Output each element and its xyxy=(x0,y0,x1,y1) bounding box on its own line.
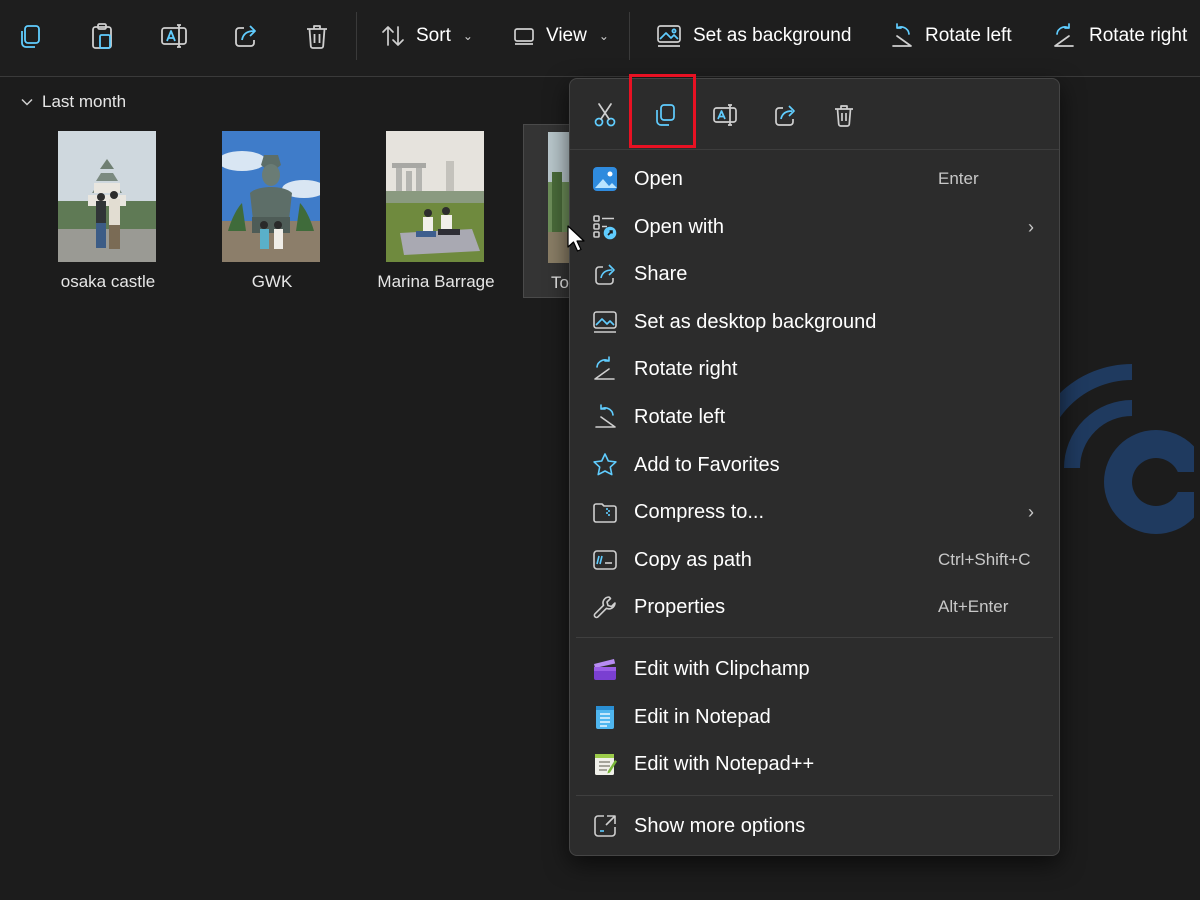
rotate-right-label: Rotate right xyxy=(1089,25,1188,46)
chevron-down-icon: ⌄ xyxy=(462,29,473,43)
rotate-left-label: Rotate left xyxy=(925,25,1012,46)
file-name: GWK xyxy=(251,272,293,291)
delete-icon[interactable] xyxy=(301,20,333,52)
view-icon xyxy=(512,24,536,48)
file-name: osaka castle xyxy=(60,272,156,291)
view-label: View xyxy=(546,25,587,46)
menu-item-label: Open xyxy=(634,167,683,190)
cut-icon[interactable] xyxy=(589,99,621,131)
photo-thumbnail xyxy=(58,131,156,262)
menu-item-label: Edit with Clipchamp xyxy=(634,657,810,680)
menu-item-compress-to[interactable]: Compress to... › xyxy=(582,490,1048,534)
menu-item-label: Rotate right xyxy=(634,357,738,380)
photos-icon xyxy=(592,166,618,192)
chevron-right-icon: › xyxy=(1028,501,1034,522)
more-options-icon xyxy=(592,813,618,839)
share-icon[interactable] xyxy=(230,20,262,52)
copy-icon[interactable] xyxy=(14,20,46,52)
menu-item-add-to-favorites[interactable]: Add to Favorites xyxy=(582,443,1048,487)
wrench-icon xyxy=(592,594,618,620)
share-icon[interactable] xyxy=(769,99,801,131)
view-button[interactable]: View ⌄ xyxy=(512,20,609,52)
menu-item-open[interactable]: Open Enter xyxy=(582,157,1048,201)
rename-icon[interactable] xyxy=(709,99,741,131)
menu-item-shortcut: Alt+Enter xyxy=(938,597,1009,616)
menu-item-edit-in-notepad[interactable]: Edit in Notepad xyxy=(582,695,1048,739)
notepadpp-icon xyxy=(592,751,618,777)
set-as-background-label: Set as background xyxy=(693,25,852,46)
menu-item-shortcut: Ctrl+Shift+C xyxy=(938,550,1031,569)
open-with-icon xyxy=(592,214,618,240)
file-item[interactable]: GWK xyxy=(202,128,322,294)
rotate-left-button[interactable]: Rotate left xyxy=(887,20,1012,52)
menu-item-label: Properties xyxy=(634,595,726,618)
paste-icon[interactable] xyxy=(86,20,118,52)
command-bar: Sort ⌄ View ⌄ Set as background Rotate l… xyxy=(0,0,1200,77)
context-menu: Open Enter Open with › Share Set as desk… xyxy=(569,78,1060,856)
group-header-last-month[interactable]: Last month xyxy=(20,92,126,112)
menu-item-share[interactable]: Share xyxy=(582,252,1048,296)
menu-item-open-with[interactable]: Open with › xyxy=(582,205,1048,249)
menu-item-label: Open with xyxy=(634,215,725,238)
background-icon xyxy=(655,22,683,50)
menu-item-label: Set as desktop background xyxy=(634,310,877,333)
file-item[interactable]: Marina Barrage xyxy=(366,128,495,294)
menu-item-copy-as-path[interactable]: Copy as path Ctrl+Shift+C xyxy=(582,538,1048,582)
menu-separator xyxy=(576,637,1053,638)
menu-item-shortcut: Enter xyxy=(938,169,979,188)
toolbar-separator xyxy=(629,12,630,60)
menu-item-label: Edit with Notepad++ xyxy=(634,752,815,775)
copy-highlight-box xyxy=(629,74,696,148)
rotate-right-button[interactable]: Rotate right xyxy=(1051,20,1187,52)
menu-item-rotate-left[interactable]: Rotate left xyxy=(582,395,1048,439)
chevron-down-icon: ⌄ xyxy=(598,29,609,43)
notepad-icon xyxy=(592,704,618,730)
rotate-left-icon xyxy=(592,404,618,430)
menu-item-label: Copy as path xyxy=(634,548,752,571)
zip-icon xyxy=(592,499,618,525)
group-label: Last month xyxy=(42,92,127,111)
set-as-background-button[interactable]: Set as background xyxy=(655,20,851,52)
star-icon xyxy=(592,452,618,478)
menu-item-edit-with-clipchamp[interactable]: Edit with Clipchamp xyxy=(582,647,1048,691)
menu-item-label: Rotate left xyxy=(634,405,726,428)
chevron-right-icon: › xyxy=(1028,216,1034,237)
menu-item-label: Add to Favorites xyxy=(634,453,780,476)
path-icon xyxy=(592,547,618,573)
toolbar-separator xyxy=(356,12,357,60)
menu-item-set-desktop-background[interactable]: Set as desktop background xyxy=(582,300,1048,344)
background-icon xyxy=(592,309,618,335)
photo-thumbnail xyxy=(386,131,484,262)
sort-label: Sort xyxy=(416,25,451,46)
menu-item-properties[interactable]: Properties Alt+Enter xyxy=(582,585,1048,629)
menu-item-label: Edit in Notepad xyxy=(634,705,771,728)
menu-item-label: Compress to... xyxy=(634,500,765,523)
menu-item-rotate-right[interactable]: Rotate right xyxy=(582,347,1048,391)
rotate-right-icon xyxy=(1051,22,1079,50)
delete-icon[interactable] xyxy=(828,99,860,131)
sort-icon xyxy=(380,23,406,49)
rotate-right-icon xyxy=(592,356,618,382)
chevron-down-icon xyxy=(20,95,34,109)
menu-item-label: Share xyxy=(634,262,688,285)
rotate-left-icon xyxy=(887,22,915,50)
sort-button[interactable]: Sort ⌄ xyxy=(380,20,473,52)
file-item[interactable]: osaka castle xyxy=(38,128,158,294)
photo-thumbnail xyxy=(222,131,320,262)
menu-item-label: Show more options xyxy=(634,814,806,837)
menu-item-edit-with-notepadpp[interactable]: Edit with Notepad++ xyxy=(582,742,1048,786)
menu-item-show-more-options[interactable]: Show more options xyxy=(582,804,1048,848)
share-icon xyxy=(592,261,618,287)
clipchamp-icon xyxy=(592,656,618,682)
file-name: Marina Barrage xyxy=(377,272,495,291)
menu-separator xyxy=(576,795,1053,796)
rename-icon[interactable] xyxy=(158,20,190,52)
mouse-cursor-icon xyxy=(567,225,587,253)
